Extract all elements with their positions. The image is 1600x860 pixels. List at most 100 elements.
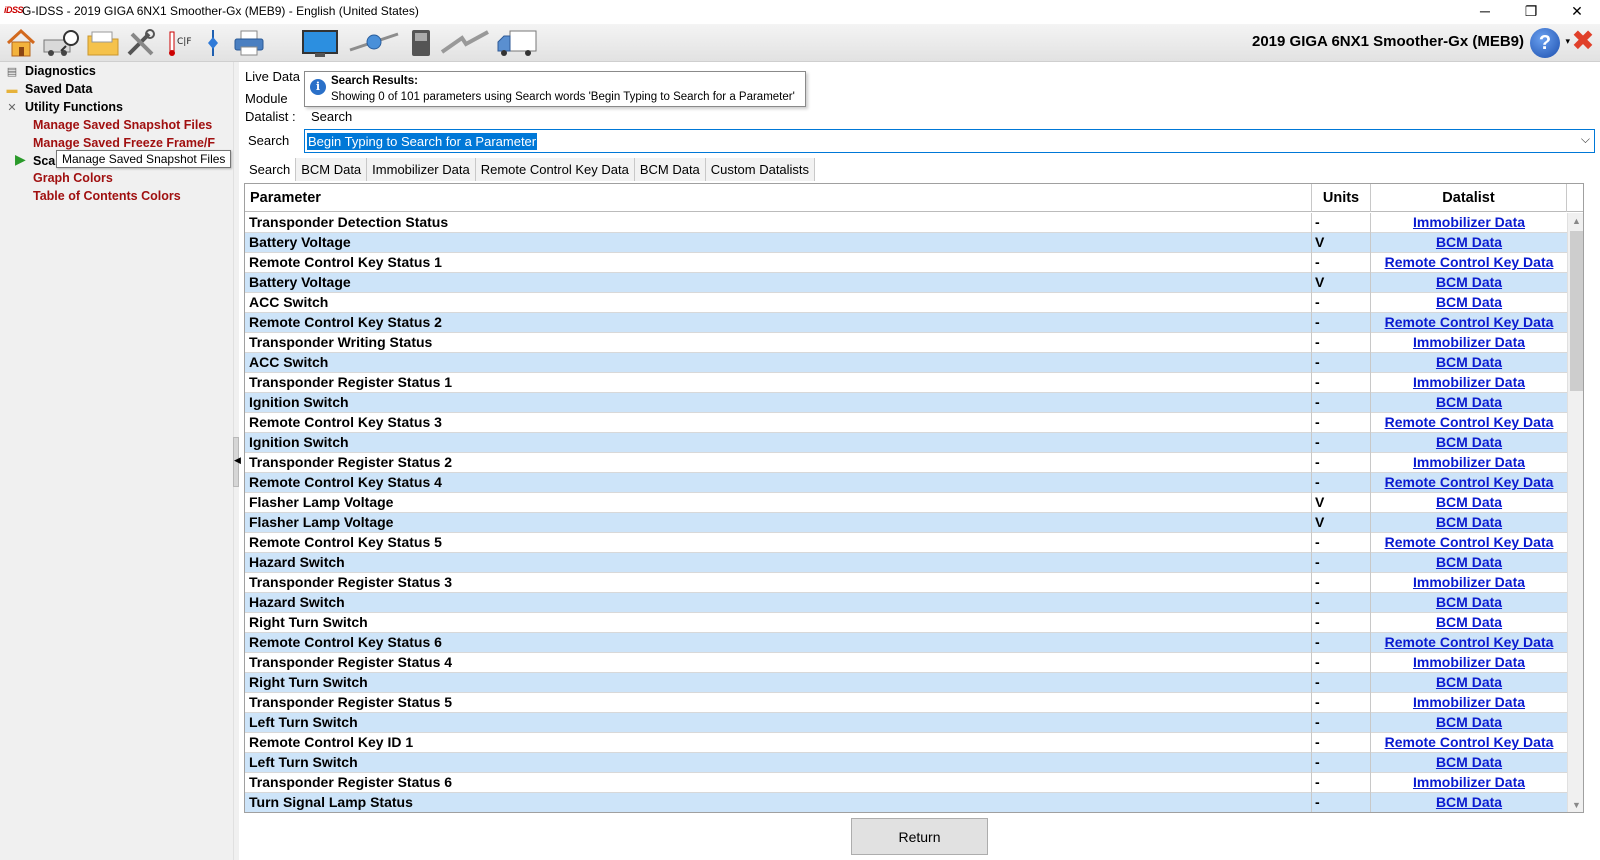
table-row[interactable]: Remote Control Key Status 2 - Remote Contr… [245, 313, 1567, 333]
truck-icon[interactable] [496, 28, 538, 58]
link-manage-freeze-frame[interactable]: Manage Saved Freeze Frame/F [33, 136, 215, 150]
table-row[interactable]: Transponder Register Status 5 - Immobilize… [245, 693, 1567, 713]
unit-conversion-icon[interactable]: C|F [164, 28, 198, 58]
datalist-link[interactable]: Immobilizer Data [1375, 693, 1563, 712]
table-row[interactable]: Transponder Register Status 4 - Immobilize… [245, 653, 1567, 673]
datalist-link[interactable]: BCM Data [1375, 493, 1563, 512]
link-table-of-contents-colors[interactable]: Table of Contents Colors [33, 189, 181, 203]
datalist-link[interactable]: BCM Data [1375, 613, 1563, 632]
splitter-grip[interactable]: ◀ [233, 437, 241, 487]
datalist-link[interactable]: BCM Data [1375, 273, 1563, 292]
table-row[interactable]: Left Turn Switch - BCM Data [245, 713, 1567, 733]
table-row[interactable]: ACC Switch - BCM Data [245, 353, 1567, 373]
search-combobox[interactable]: Begin Typing to Search for a Parameter ⌵ [304, 129, 1595, 153]
datalist-link[interactable]: BCM Data [1375, 593, 1563, 612]
minimize-button[interactable]: ─ [1462, 0, 1508, 24]
table-row[interactable]: Right Turn Switch - BCM Data [245, 613, 1567, 633]
datalist-link[interactable]: BCM Data [1375, 793, 1563, 812]
monitor-icon[interactable] [300, 28, 340, 58]
datalist-link[interactable]: BCM Data [1375, 293, 1563, 312]
datalist-link[interactable]: Remote Control Key Data [1375, 413, 1563, 432]
vehicle-diagnostics-icon[interactable] [42, 28, 82, 58]
tools-icon[interactable] [124, 28, 158, 58]
table-row[interactable]: Left Turn Switch - BCM Data [245, 753, 1567, 773]
network-icon[interactable] [348, 28, 400, 58]
table-row[interactable]: Remote Control Key Status 1 - Remote Contr… [245, 253, 1567, 273]
datalist-link[interactable]: BCM Data [1375, 513, 1563, 532]
tree-item-diagnostics[interactable]: ▤ Diagnostics [4, 64, 96, 81]
datalist-link[interactable]: Immobilizer Data [1375, 653, 1563, 672]
table-row[interactable]: Hazard Switch - BCM Data [245, 553, 1567, 573]
datalist-link[interactable]: BCM Data [1375, 753, 1563, 772]
tab-immobilizer-data[interactable]: Immobilizer Data [367, 158, 476, 181]
table-row[interactable]: Hazard Switch - BCM Data [245, 593, 1567, 613]
exit-icon[interactable]: ✖ [1570, 27, 1596, 55]
folder-icon[interactable] [86, 28, 120, 58]
scroll-thumb[interactable] [1570, 231, 1583, 391]
expand-arrow-icon[interactable]: ▶ [15, 151, 26, 168]
table-row[interactable]: Flasher Lamp Voltage V BCM Data [245, 513, 1567, 533]
table-row[interactable]: Ignition Switch - BCM Data [245, 433, 1567, 453]
tab-bcm-data[interactable]: BCM Data [296, 158, 368, 181]
maximize-button[interactable]: ❐ [1508, 0, 1554, 24]
datalist-link[interactable]: Immobilizer Data [1375, 333, 1563, 352]
tab-search[interactable]: Search [244, 158, 297, 181]
table-row[interactable]: Flasher Lamp Voltage V BCM Data [245, 493, 1567, 513]
link-graph-colors[interactable]: Graph Colors [33, 171, 113, 185]
return-button[interactable]: Return [851, 818, 988, 855]
table-row[interactable]: ACC Switch - BCM Data [245, 293, 1567, 313]
table-row[interactable]: Battery Voltage V BCM Data [245, 273, 1567, 293]
datalist-link[interactable]: Remote Control Key Data [1375, 533, 1563, 552]
table-row[interactable]: Transponder Register Status 2 - Immobilize… [245, 453, 1567, 473]
table-row[interactable]: Battery Voltage V BCM Data [245, 233, 1567, 253]
tab-custom-datalists[interactable]: Custom Datalists [705, 158, 816, 181]
column-header-units[interactable]: Units [1312, 184, 1371, 212]
table-row[interactable]: Remote Control Key Status 5 - Remote Contr… [245, 533, 1567, 553]
datalist-link[interactable]: Immobilizer Data [1375, 573, 1563, 592]
table-row[interactable]: Turn Signal Lamp Status - BCM Data [245, 793, 1567, 812]
help-icon[interactable]: ? [1530, 28, 1560, 58]
flash-icon[interactable] [440, 28, 490, 58]
datalist-link[interactable]: Remote Control Key Data [1375, 733, 1563, 752]
datalist-link[interactable]: Remote Control Key Data [1375, 473, 1563, 492]
datalist-link[interactable]: Immobilizer Data [1375, 373, 1563, 392]
table-row[interactable]: Remote Control Key Status 4 - Remote Contr… [245, 473, 1567, 493]
table-row[interactable]: Right Turn Switch - BCM Data [245, 673, 1567, 693]
table-row[interactable]: Remote Control Key ID 1 - Remote Control K… [245, 733, 1567, 753]
close-button[interactable]: ✕ [1554, 0, 1600, 24]
table-row[interactable]: Transponder Detection Status - Immobilizer… [245, 213, 1567, 233]
home-icon[interactable] [4, 28, 38, 58]
table-row[interactable]: Transponder Writing Status - Immobilizer D… [245, 333, 1567, 353]
datalist-link[interactable]: Immobilizer Data [1375, 453, 1563, 472]
datalist-link[interactable]: Remote Control Key Data [1375, 253, 1563, 272]
datalist-link[interactable]: BCM Data [1375, 553, 1563, 572]
vertical-scrollbar[interactable]: ▲ ▼ [1567, 213, 1583, 812]
scroll-down-icon[interactable]: ▼ [1568, 797, 1583, 812]
tab-remote-control-key-data[interactable]: Remote Control Key Data [475, 158, 635, 181]
table-row[interactable]: Remote Control Key Status 3 - Remote Contr… [245, 413, 1567, 433]
tree-item-saved-data[interactable]: ▬ Saved Data [4, 82, 93, 99]
tree-item-scan[interactable]: Sca [33, 154, 55, 171]
column-header-datalist[interactable]: Datalist [1371, 184, 1567, 212]
datalist-link[interactable]: BCM Data [1375, 673, 1563, 692]
table-row[interactable]: Transponder Register Status 3 - Immobilize… [245, 573, 1567, 593]
datalist-link[interactable]: Immobilizer Data [1375, 213, 1563, 232]
table-row[interactable]: Transponder Register Status 6 - Immobilize… [245, 773, 1567, 793]
datalist-link[interactable]: Remote Control Key Data [1375, 633, 1563, 652]
tab-bcm-data-2[interactable]: BCM Data [634, 158, 706, 181]
datalist-link[interactable]: Remote Control Key Data [1375, 313, 1563, 332]
chevron-down-icon[interactable]: ⌵ [1581, 132, 1590, 147]
table-row[interactable]: Remote Control Key Status 6 - Remote Contr… [245, 633, 1567, 653]
datalist-link[interactable]: BCM Data [1375, 713, 1563, 732]
printer-icon[interactable] [232, 28, 266, 58]
table-row[interactable]: Transponder Register Status 1 - Immobilize… [245, 373, 1567, 393]
datalist-link[interactable]: BCM Data [1375, 353, 1563, 372]
column-header-parameter[interactable]: Parameter [245, 184, 1312, 212]
datalist-link[interactable]: BCM Data [1375, 393, 1563, 412]
scroll-up-icon[interactable]: ▲ [1568, 213, 1583, 230]
table-row[interactable]: Ignition Switch - BCM Data [245, 393, 1567, 413]
device-icon[interactable] [408, 28, 434, 58]
link-manage-snapshot-files[interactable]: Manage Saved Snapshot Files [33, 118, 212, 132]
datalist-link[interactable]: BCM Data [1375, 233, 1563, 252]
splitter-arrows-icon[interactable] [202, 28, 224, 58]
